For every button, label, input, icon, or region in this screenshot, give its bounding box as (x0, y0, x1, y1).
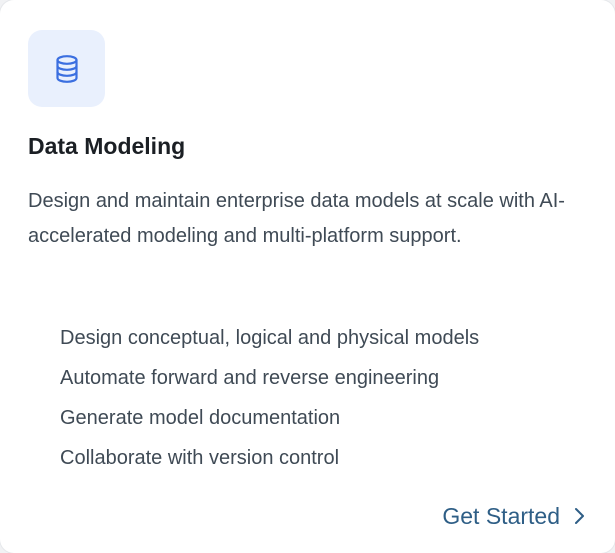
card-description: Design and maintain enterprise data mode… (28, 190, 565, 247)
feature-list: Design conceptual, logical and physical … (60, 318, 479, 478)
feature-item: Generate model documentation (60, 407, 341, 429)
card-icon-container (28, 30, 105, 107)
feature-item: Design conceptual, logical and physical … (60, 327, 480, 349)
feature-item: Automate forward and reverse engineering (60, 367, 440, 389)
get-started-link[interactable]: Get Started (442, 496, 585, 536)
card-title: Data Modeling (28, 133, 186, 159)
product-card: Data Modeling Design and maintain enterp… (0, 0, 615, 553)
feature-item: Collaborate with version control (60, 447, 340, 469)
get-started-label: Get Started (442, 503, 560, 529)
chevron-right-icon (574, 507, 585, 525)
database-icon (55, 54, 78, 83)
